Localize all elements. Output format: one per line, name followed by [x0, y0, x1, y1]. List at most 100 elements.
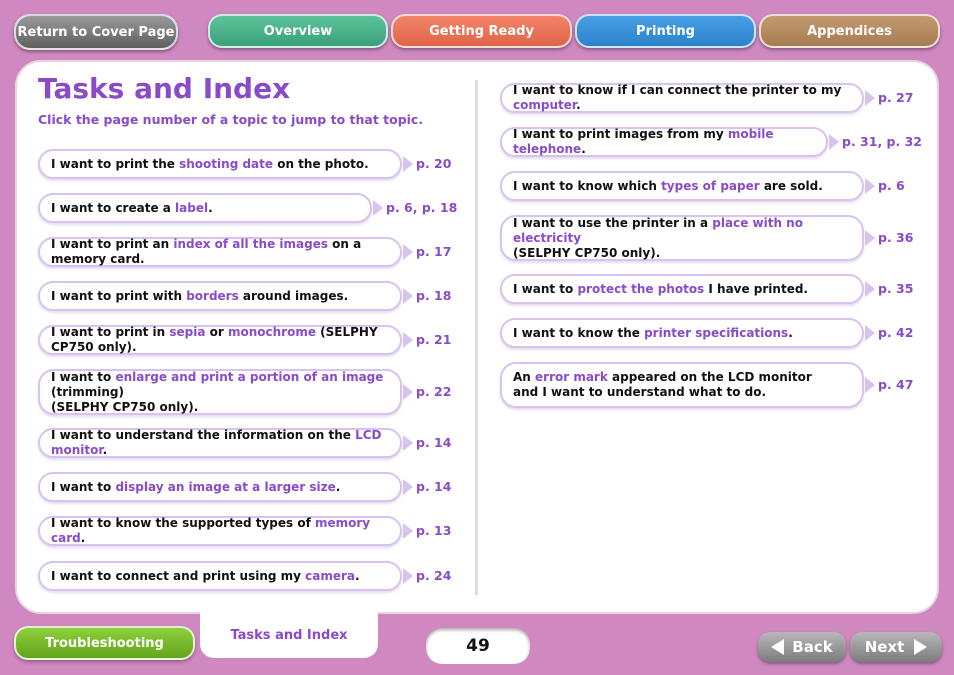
topic-text: I want to know if I can connect the prin…: [500, 83, 864, 113]
topic-label: I want to print in: [51, 325, 170, 339]
topic-label: around images.: [238, 288, 349, 303]
left-topic-row: I want to connect and print using my cam…: [38, 561, 413, 591]
topic-label: An: [513, 370, 536, 384]
topic-link[interactable]: shooting date: [179, 157, 273, 171]
topic-label: (SELPHY CP750 only).: [513, 245, 661, 260]
page-subtitle: Click the page number of a topic to jump…: [38, 112, 424, 127]
page-reference-link[interactable]: p. 47: [878, 377, 913, 392]
topic-label: .: [581, 142, 586, 156]
back-arrow-icon: [771, 639, 785, 655]
topic-text: I want to enlarge and print a portion of…: [38, 369, 402, 415]
topic-text: I want to print an index of all the imag…: [38, 237, 402, 267]
arrow-icon: [865, 281, 875, 297]
page-reference-link[interactable]: p. 24: [416, 568, 451, 583]
page-reference-link[interactable]: p. 20: [416, 156, 451, 171]
topic-link[interactable]: printer specifications: [644, 326, 788, 340]
right-topic-row: I want to know which types of paper are …: [500, 171, 875, 201]
page-number: 49: [426, 628, 530, 664]
arrow-icon: [865, 377, 875, 393]
topic-label: on the photo.: [273, 156, 369, 171]
topic-label: I want to know if I can connect the prin…: [513, 83, 842, 97]
page-reference-link[interactable]: p. 21: [416, 332, 451, 347]
left-topic-row: I want to print in sepia or monochrome (…: [38, 325, 413, 355]
topic-link[interactable]: protect the photos: [577, 282, 704, 296]
next-arrow-icon: [914, 639, 928, 655]
left-topic-row: I want to understand the information on …: [38, 428, 413, 458]
page-reference-link[interactable]: p. 35: [878, 281, 913, 296]
topic-label: I want to: [51, 479, 116, 494]
topic-label: .: [576, 98, 581, 112]
topic-link[interactable]: monochrome: [228, 325, 316, 339]
topic-label: I have printed.: [704, 281, 808, 296]
topic-label: .: [208, 200, 213, 215]
topic-label: I want to know which: [513, 178, 662, 193]
topic-text: I want to know the supported types of me…: [38, 516, 402, 546]
topic-link[interactable]: types of paper: [661, 179, 760, 193]
topic-label: I want to: [513, 281, 578, 296]
topic-text: I want to print with borders around imag…: [38, 281, 402, 311]
return-to-cover-button[interactable]: Return to Cover Page: [14, 14, 178, 50]
page-reference-link[interactable]: p. 6, p. 18: [386, 200, 457, 215]
page-reference-link[interactable]: p. 18: [416, 288, 451, 303]
back-label: Back: [792, 638, 833, 656]
topic-label: .: [335, 479, 341, 494]
page-title: Tasks and Index: [38, 72, 291, 105]
page-reference-link[interactable]: p. 36: [878, 230, 913, 245]
tab-printing[interactable]: Printing: [575, 14, 756, 48]
arrow-icon: [403, 332, 413, 348]
topic-text: An error mark appeared on the LCD monito…: [500, 362, 864, 408]
page-reference-link[interactable]: p. 14: [416, 435, 451, 450]
left-topic-row: I want to create a label.: [38, 193, 383, 223]
topic-link[interactable]: display an image at a larger size: [115, 480, 335, 494]
topic-label: I want to create a: [51, 200, 176, 215]
page-reference-link[interactable]: p. 31, p. 32: [842, 134, 922, 149]
arrow-icon: [829, 134, 839, 150]
topic-label: are sold.: [759, 178, 823, 193]
right-topic-row: I want to use the printer in a place wit…: [500, 215, 875, 261]
topic-text: I want to use the printer in a place wit…: [500, 215, 864, 261]
page-reference-link[interactable]: p. 6: [878, 178, 905, 193]
next-button[interactable]: Next: [850, 632, 942, 662]
back-button[interactable]: Back: [758, 632, 846, 662]
page-reference-link[interactable]: p. 13: [416, 523, 451, 538]
topic-label: I want to print an: [51, 237, 174, 251]
topic-label: (trimming) (SELPHY CP750 only).: [51, 384, 199, 414]
page-reference-link[interactable]: p. 27: [878, 90, 913, 105]
tab-appendices[interactable]: Appendices: [759, 14, 940, 48]
topic-label: I want to understand the information on …: [51, 428, 356, 442]
arrow-icon: [403, 435, 413, 451]
topic-text: I want to print images from my mobile te…: [500, 127, 828, 157]
topic-label: I want to print with: [51, 288, 187, 303]
page-reference-link[interactable]: p. 14: [416, 479, 451, 494]
topic-label: I want to know the: [513, 325, 645, 340]
tab-tasks-and-index[interactable]: Tasks and Index: [200, 612, 378, 658]
tab-overview[interactable]: Overview: [208, 14, 388, 48]
page-reference-link[interactable]: p. 17: [416, 244, 451, 259]
topic-label: I want to know the supported types of: [51, 516, 315, 530]
topic-link[interactable]: sepia: [169, 325, 205, 339]
topic-text: I want to connect and print using my cam…: [38, 561, 402, 591]
page-reference-link[interactable]: p. 22: [416, 384, 451, 399]
topic-text: I want to display an image at a larger s…: [38, 472, 402, 502]
topic-link[interactable]: borders: [186, 289, 239, 303]
topic-link[interactable]: index of all the images: [173, 237, 328, 251]
topic-label: .: [80, 531, 86, 545]
tab-getting-ready[interactable]: Getting Ready: [391, 14, 572, 48]
right-topic-row: I want to know the printer specification…: [500, 318, 875, 348]
topic-label: I want to print images from my: [513, 127, 728, 141]
topic-link[interactable]: label: [175, 201, 208, 215]
right-topic-row: An error mark appeared on the LCD monito…: [500, 362, 875, 408]
topic-link[interactable]: error mark: [535, 370, 608, 384]
arrow-icon: [865, 90, 875, 106]
topic-link[interactable]: enlarge and print a portion of an image: [115, 370, 383, 384]
topic-link[interactable]: camera: [305, 569, 355, 583]
arrow-icon: [403, 156, 413, 172]
left-topic-row: I want to know the supported types of me…: [38, 516, 413, 546]
page-reference-link[interactable]: p. 42: [878, 325, 913, 340]
next-label: Next: [864, 638, 905, 656]
topic-link[interactable]: computer: [513, 98, 576, 112]
arrow-icon: [373, 200, 383, 216]
troubleshooting-button[interactable]: Troubleshooting: [14, 626, 195, 660]
left-topic-row: I want to enlarge and print a portion of…: [38, 369, 413, 415]
left-topic-row: I want to display an image at a larger s…: [38, 472, 413, 502]
